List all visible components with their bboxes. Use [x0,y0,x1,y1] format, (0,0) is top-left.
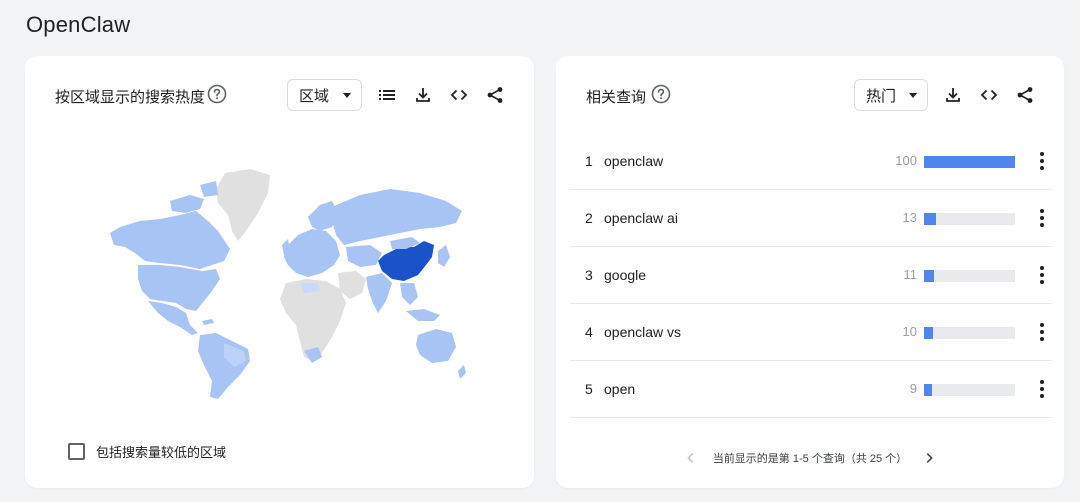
query-rank: 2 [585,210,593,226]
download-icon[interactable] [942,84,964,106]
low-volume-checkbox[interactable] [68,443,85,460]
query-text[interactable]: openclaw [604,153,663,169]
more-vert-icon[interactable] [1032,378,1052,400]
query-value: 10 [902,324,917,339]
query-bar-track [924,327,1015,339]
map-region-japan [438,245,450,267]
share-icon[interactable] [1014,84,1036,106]
query-select-value: 热门 [866,87,897,105]
query-bar-fill [924,213,936,225]
pagination-text: 当前显示的是第 1-5 个查询（共 25 个） [712,453,908,465]
low-volume-label: 包括搜索量较低的区域 [96,445,227,460]
query-text[interactable]: openclaw vs [604,324,681,340]
region-interest-card: 按区域显示的搜索热度 区域 包括搜索量较低的区域 [25,56,534,488]
query-rank: 3 [585,267,593,283]
query-bar-fill [924,270,934,282]
query-value: 11 [903,267,918,282]
related-queries-title: 相关查询 [586,89,647,106]
query-row[interactable]: 1 openclaw 100 [570,133,1052,190]
map-region-se-asia [400,283,418,305]
pagination: 当前显示的是第 1-5 个查询（共 25 个） [556,448,1064,468]
query-bar-fill [924,156,1015,168]
map-region-india [366,273,392,313]
query-row[interactable]: 3 google 11 [570,247,1052,304]
map-region-australia [416,329,456,363]
world-map[interactable] [100,161,470,401]
query-bar-track [924,156,1015,168]
help-icon[interactable] [207,84,227,104]
map-region-europe [284,229,340,277]
help-icon[interactable] [651,84,671,104]
world-map-svg [110,169,466,399]
chevron-left-icon[interactable] [681,448,701,468]
query-text[interactable]: open [604,381,635,397]
map-region-indonesia [406,309,440,321]
region-select-value: 区域 [299,87,330,105]
map-region-arctic-islands [170,181,218,213]
map-region-central-asia [346,245,382,267]
more-vert-icon[interactable] [1032,207,1052,229]
query-text[interactable]: openclaw ai [604,210,678,226]
query-row[interactable]: 2 openclaw ai 13 [570,190,1052,247]
query-bar-fill [924,384,933,396]
map-region-russia [332,189,462,245]
region-resolution-select[interactable]: 区域 [287,79,362,111]
map-region-south-america [198,333,250,399]
query-rank: 5 [585,381,593,397]
download-icon[interactable] [412,84,434,106]
query-value: 13 [902,210,917,225]
chevron-down-icon [343,93,351,98]
query-bar-track [924,213,1015,225]
map-region-caribbean [202,319,214,325]
query-bar-fill [924,327,934,339]
more-vert-icon[interactable] [1032,264,1052,286]
query-rank: 1 [585,153,593,169]
chevron-down-icon [909,93,917,98]
related-queries-card: 相关查询 热门 1 openclaw 100 2 openclaw ai 1 3 … [556,56,1064,488]
region-card-title: 按区域显示的搜索热度 [55,89,206,106]
map-region-canada [110,211,230,269]
query-value: 100 [895,153,917,168]
query-row[interactable]: 4 openclaw vs 10 [570,304,1052,361]
map-region-usa [138,265,220,311]
query-value: 9 [909,381,917,396]
map-region-new-zealand [458,365,466,379]
query-rank: 4 [585,324,593,340]
query-bar-track [924,384,1015,396]
share-icon[interactable] [484,84,506,106]
low-volume-toggle[interactable]: 包括搜索量较低的区域 [68,442,226,461]
page-title: OpenClaw [26,12,131,37]
query-row[interactable]: 5 open 9 [570,361,1052,418]
query-text[interactable]: google [604,267,646,283]
more-vert-icon[interactable] [1032,321,1052,343]
list-icon[interactable] [376,84,398,106]
map-region-greenland [216,169,270,241]
query-bar-track [924,270,1015,282]
query-type-select[interactable]: 热门 [854,79,928,111]
embed-code-icon[interactable] [448,84,470,106]
chevron-right-icon[interactable] [919,448,939,468]
embed-code-icon[interactable] [978,84,1000,106]
more-vert-icon[interactable] [1032,150,1052,172]
